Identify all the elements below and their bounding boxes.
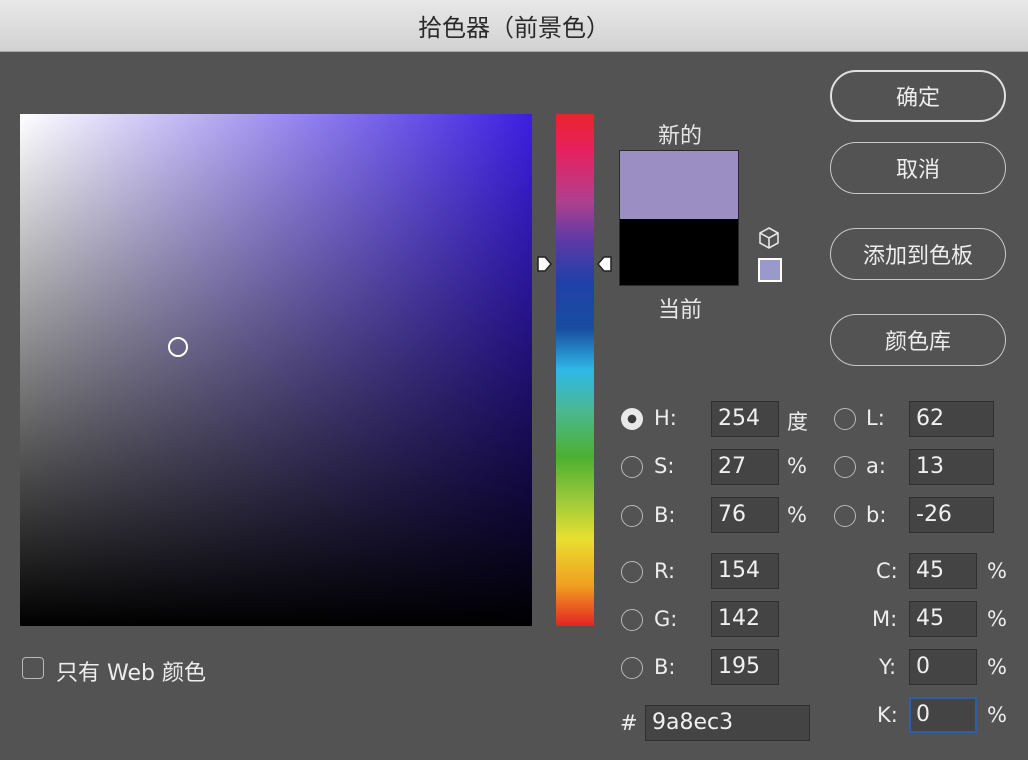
- brightness-unit: %: [787, 503, 807, 527]
- current-color-swatch[interactable]: [620, 219, 738, 285]
- cancel-button[interactable]: 取消: [830, 142, 1006, 194]
- brightness-label: B:: [654, 503, 676, 527]
- red-label: R:: [654, 559, 676, 583]
- lab-l-input[interactable]: 62: [909, 401, 994, 437]
- new-color-swatch: [620, 151, 738, 219]
- web-colors-only-label: 只有 Web 颜色: [56, 661, 206, 686]
- saturation-label: S:: [654, 454, 675, 478]
- lab-a-radio[interactable]: [834, 456, 856, 478]
- hue-input[interactable]: 254: [711, 401, 779, 437]
- black-input[interactable]: 0: [909, 697, 977, 733]
- color-field[interactable]: [20, 114, 532, 626]
- magenta-unit: %: [987, 607, 1007, 631]
- add-to-swatches-button[interactable]: 添加到色板: [830, 228, 1006, 280]
- black-label: K:: [877, 703, 898, 727]
- cyan-unit: %: [987, 559, 1007, 583]
- hue-unit: 度: [787, 410, 808, 434]
- lab-a-label: a:: [866, 454, 886, 478]
- lab-l-radio[interactable]: [834, 408, 856, 430]
- hex-label: #: [620, 711, 638, 735]
- color-preview: [619, 150, 739, 286]
- magenta-input[interactable]: 45: [909, 601, 977, 637]
- green-radio[interactable]: [621, 609, 643, 631]
- cube-icon[interactable]: [758, 226, 780, 250]
- color-libraries-button[interactable]: 颜色库: [830, 314, 1006, 366]
- color-field-cursor[interactable]: [168, 337, 188, 357]
- window-titlebar: 拾色器（前景色）: [0, 0, 1028, 52]
- hue-slider-right-arrow-icon[interactable]: [596, 254, 614, 274]
- current-color-label: 当前: [657, 298, 702, 323]
- lab-b-label: b:: [866, 503, 887, 527]
- web-colors-only-checkbox[interactable]: [22, 657, 44, 679]
- cyan-label: C:: [876, 559, 898, 583]
- green-label: G:: [654, 607, 678, 631]
- blue-radio[interactable]: [621, 657, 643, 679]
- lab-l-label: L:: [866, 406, 885, 430]
- hue-slider[interactable]: [556, 114, 594, 626]
- blue-label: B:: [654, 655, 676, 679]
- magenta-label: M:: [872, 607, 898, 631]
- ok-button[interactable]: 确定: [830, 70, 1006, 122]
- hex-input[interactable]: 9a8ec3: [645, 705, 810, 741]
- saturation-radio[interactable]: [621, 456, 643, 478]
- lab-b-radio[interactable]: [834, 505, 856, 527]
- yellow-label: Y:: [879, 655, 897, 679]
- hue-label: H:: [654, 406, 677, 430]
- web-safe-swatch-icon[interactable]: [758, 258, 782, 282]
- new-color-label: 新的: [657, 124, 702, 149]
- window-title: 拾色器（前景色）: [418, 14, 610, 42]
- hue-radio[interactable]: [621, 408, 643, 430]
- yellow-unit: %: [987, 655, 1007, 679]
- brightness-radio[interactable]: [621, 505, 643, 527]
- green-input[interactable]: 142: [711, 601, 779, 637]
- saturation-unit: %: [787, 454, 807, 478]
- hue-slider-left-arrow-icon[interactable]: [535, 254, 553, 274]
- lab-b-input[interactable]: -26: [909, 497, 994, 533]
- brightness-input[interactable]: 76: [711, 497, 779, 533]
- saturation-input[interactable]: 27: [711, 449, 779, 485]
- cyan-input[interactable]: 45: [909, 553, 977, 589]
- lab-a-input[interactable]: 13: [909, 449, 994, 485]
- blue-input[interactable]: 195: [711, 649, 779, 685]
- yellow-input[interactable]: 0: [909, 649, 977, 685]
- red-radio[interactable]: [621, 561, 643, 583]
- black-unit: %: [987, 703, 1007, 727]
- red-input[interactable]: 154: [711, 553, 779, 589]
